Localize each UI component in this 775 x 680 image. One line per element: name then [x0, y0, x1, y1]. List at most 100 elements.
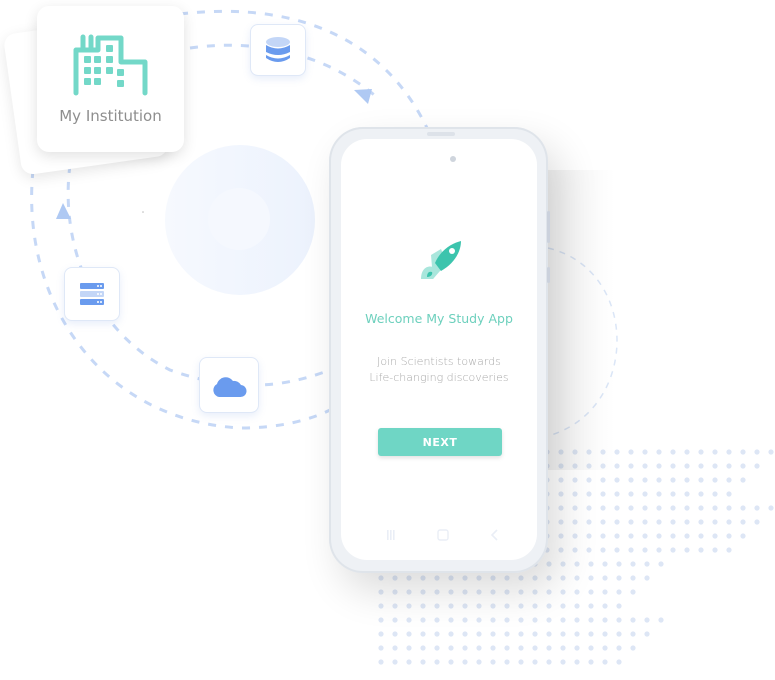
- dot: [712, 477, 718, 483]
- dot: [420, 631, 426, 637]
- dot: [560, 603, 566, 609]
- dot: [504, 659, 510, 665]
- recent-apps-icon[interactable]: [387, 529, 395, 541]
- dot: [586, 505, 592, 511]
- dot: [588, 659, 594, 665]
- dot: [546, 645, 552, 651]
- database-tile[interactable]: [250, 24, 306, 76]
- phone-screen: Welcome My Study App Join Scientists tow…: [341, 139, 537, 560]
- dot: [614, 449, 620, 455]
- dot: [462, 575, 468, 581]
- dot: [642, 533, 648, 539]
- dot: [504, 603, 510, 609]
- dot: [698, 505, 704, 511]
- dot: [630, 575, 636, 581]
- dot: [740, 533, 746, 539]
- dot: [406, 645, 412, 651]
- dot: [698, 533, 704, 539]
- dot: [378, 659, 384, 665]
- dot: [670, 463, 676, 469]
- dot: [740, 477, 746, 483]
- dot: [420, 645, 426, 651]
- dot: [712, 533, 718, 539]
- institution-label: My Institution: [59, 107, 162, 125]
- dot: [462, 659, 468, 665]
- dot: [628, 463, 634, 469]
- dot: [642, 463, 648, 469]
- dot: [532, 603, 538, 609]
- dot: [558, 505, 564, 511]
- dot: [448, 603, 454, 609]
- dot: [768, 449, 774, 455]
- tagline-line-1: Join Scientists towards: [377, 355, 501, 368]
- dot: [616, 645, 622, 651]
- dot: [600, 477, 606, 483]
- dot: [684, 505, 690, 511]
- dot: [712, 449, 718, 455]
- dot: [684, 491, 690, 497]
- dot: [462, 631, 468, 637]
- dot: [392, 589, 398, 595]
- dot: [490, 645, 496, 651]
- dot: [588, 645, 594, 651]
- home-icon[interactable]: [437, 529, 449, 541]
- dot: [560, 631, 566, 637]
- dot: [656, 533, 662, 539]
- dot: [574, 575, 580, 581]
- dot: [420, 603, 426, 609]
- dot: [754, 519, 760, 525]
- dot: [420, 659, 426, 665]
- dot: [490, 659, 496, 665]
- arrow-down-icon: [354, 89, 372, 104]
- dot: [602, 617, 608, 623]
- dot: [656, 547, 662, 553]
- dot: [420, 575, 426, 581]
- institution-card[interactable]: My Institution: [37, 6, 184, 152]
- dot: [754, 505, 760, 511]
- dot: [630, 561, 636, 567]
- dot: [698, 477, 704, 483]
- dot: [614, 477, 620, 483]
- dot: [658, 617, 664, 623]
- dot: [532, 575, 538, 581]
- dot: [630, 617, 636, 623]
- dot: [726, 519, 732, 525]
- next-button[interactable]: NEXT: [378, 428, 502, 456]
- dot: [572, 477, 578, 483]
- dot: [726, 449, 732, 455]
- database-icon: [266, 37, 290, 62]
- dot: [600, 519, 606, 525]
- dot: [628, 519, 634, 525]
- dot: [740, 463, 746, 469]
- dot: [628, 449, 634, 455]
- dot: [546, 575, 552, 581]
- dot: [518, 645, 524, 651]
- dot: [644, 617, 650, 623]
- dot: [572, 519, 578, 525]
- server-tile[interactable]: [64, 267, 120, 321]
- dot: [684, 463, 690, 469]
- dot: [658, 561, 664, 567]
- dot: [558, 547, 564, 553]
- dot: [740, 519, 746, 525]
- dot: [574, 631, 580, 637]
- dot: [448, 631, 454, 637]
- dot: [630, 645, 636, 651]
- dot: [616, 575, 622, 581]
- dot: [642, 519, 648, 525]
- dot: [726, 533, 732, 539]
- dot: [614, 547, 620, 553]
- dot: [628, 533, 634, 539]
- dot: [406, 617, 412, 623]
- phone-speaker: [427, 132, 455, 136]
- dot: [588, 631, 594, 637]
- dot: [602, 659, 608, 665]
- dot: [670, 491, 676, 497]
- back-icon[interactable]: [491, 529, 499, 541]
- dot: [462, 617, 468, 623]
- dot: [560, 645, 566, 651]
- decorative-circle: [165, 145, 315, 295]
- dot: [434, 617, 440, 623]
- dot: [558, 533, 564, 539]
- cloud-tile[interactable]: [199, 357, 259, 413]
